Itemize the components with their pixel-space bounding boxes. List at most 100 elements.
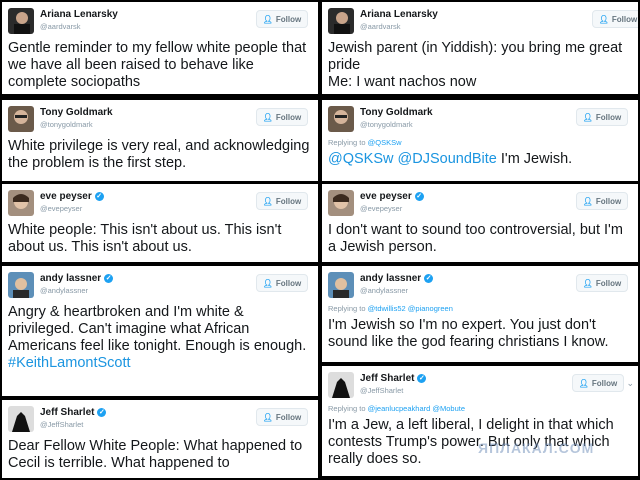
user-name[interactable]: eve peyser ✓ <box>40 191 104 202</box>
user-name-text: andy lassner <box>360 273 422 284</box>
add-user-icon: 👤︎ <box>582 278 593 288</box>
tweet-text: Dear Fellow White People: What happened … <box>8 438 303 471</box>
follow-button[interactable]: 👤︎ Follow <box>256 408 308 426</box>
tweet-text: @QSKSw @DJSoundBite I'm Jewish. <box>328 151 632 168</box>
avatar[interactable] <box>328 106 354 132</box>
user-handle[interactable]: @evepeyser <box>40 204 82 213</box>
tweet-card: Tony Goldmark @tonygoldmark 👤︎ Follow Whi… <box>2 100 318 181</box>
avatar[interactable] <box>328 8 354 34</box>
replying-to: Replying to @QSKSw <box>328 138 632 147</box>
tweet-text: Jewish parent (in Yiddish): you bring me… <box>328 40 623 90</box>
user-handle[interactable]: @evepeyser <box>360 204 402 213</box>
chevron-down-icon[interactable]: ⌄ <box>626 378 634 389</box>
follow-button[interactable]: 👤︎ Follow <box>592 10 638 28</box>
follow-label: Follow <box>611 14 638 24</box>
user-name[interactable]: andy lassner ✓ <box>40 273 114 284</box>
follow-button[interactable]: 👤︎ Follow <box>572 374 624 392</box>
user-name[interactable]: Jeff Sharlet ✓ <box>360 373 427 384</box>
add-user-icon: 👤︎ <box>262 196 273 206</box>
mention-links[interactable]: @QSKSw @DJSoundBite <box>328 151 497 167</box>
tweet-card: Jeff Sharlet ✓ @JeffSharlet 👤︎ Follow ⌄ Re… <box>322 366 638 476</box>
verified-badge-icon: ✓ <box>94 191 104 201</box>
avatar[interactable] <box>328 272 354 298</box>
follow-label: Follow <box>275 112 302 122</box>
user-handle[interactable]: @andylassner <box>360 286 408 295</box>
avatar[interactable] <box>8 190 34 216</box>
tweet-card: Tony Goldmark @tonygoldmark 👤︎ Follow Rep… <box>322 100 638 181</box>
follow-label: Follow <box>595 196 622 206</box>
user-name-text: andy lassner <box>40 273 102 284</box>
user-handle[interactable]: @aardvarsk <box>40 22 81 31</box>
user-name[interactable]: Jeff Sharlet ✓ <box>40 407 107 418</box>
avatar[interactable] <box>8 272 34 298</box>
tweet-text: I'm Jewish so I'm no expert. You just do… <box>328 317 609 350</box>
add-user-icon: 👤︎ <box>262 278 273 288</box>
follow-label: Follow <box>595 112 622 122</box>
tweet-card: eve peyser ✓ @evepeyser 👤︎ Follow White pe… <box>2 184 318 262</box>
follow-label: Follow <box>275 14 302 24</box>
avatar[interactable] <box>8 106 34 132</box>
user-handle[interactable]: @tonygoldmark <box>360 120 413 129</box>
user-handle[interactable]: @JeffSharlet <box>360 386 403 395</box>
tweet-card: Ariana Lenarsky @aardvarsk 👤︎ Follow Gent… <box>2 2 318 94</box>
user-name-text: eve peyser <box>40 191 92 202</box>
replying-to: Replying to @jeanlucpeakhard @Mobute <box>328 404 632 413</box>
replying-to-label: Replying to <box>328 138 366 147</box>
reply-mention-link[interactable]: @QSKSw <box>368 138 402 147</box>
user-name[interactable]: andy lassner ✓ <box>360 273 434 284</box>
add-user-icon: 👤︎ <box>578 378 589 388</box>
follow-label: Follow <box>275 196 302 206</box>
user-name-text: Jeff Sharlet <box>360 373 415 384</box>
follow-button[interactable]: 👤︎ Follow <box>576 192 628 210</box>
reply-mention-link[interactable]: @jeanlucpeakhard @Mobute <box>368 404 465 413</box>
reply-mention-link[interactable]: @tdwillis52 @pianogreen <box>368 304 453 313</box>
follow-label: Follow <box>275 278 302 288</box>
user-name[interactable]: Ariana Lenarsky <box>360 9 438 20</box>
user-name-text: Jeff Sharlet <box>40 407 95 418</box>
user-name-text: eve peyser <box>360 191 412 202</box>
verified-badge-icon: ✓ <box>97 407 107 417</box>
verified-badge-icon: ✓ <box>424 273 434 283</box>
user-handle[interactable]: @aardvarsk <box>360 22 401 31</box>
tweet-card: Ariana Lenarsky @aardvarsk 👤︎ Follow Jewi… <box>322 2 638 94</box>
add-user-icon: 👤︎ <box>262 14 273 24</box>
follow-button[interactable]: 👤︎ Follow <box>256 108 308 126</box>
avatar[interactable] <box>328 190 354 216</box>
add-user-icon: 👤︎ <box>598 14 609 24</box>
verified-badge-icon: ✓ <box>417 373 427 383</box>
add-user-icon: 👤︎ <box>582 112 593 122</box>
user-handle[interactable]: @andylassner <box>40 286 88 295</box>
user-name[interactable]: eve peyser ✓ <box>360 191 424 202</box>
tweet-text: White people: This isn't about us. This … <box>8 222 282 255</box>
user-name[interactable]: Ariana Lenarsky <box>40 9 118 20</box>
hashtag-link[interactable]: #KeithLamontScott <box>8 355 131 371</box>
follow-button[interactable]: 👤︎ Follow <box>256 10 308 28</box>
replying-to-label: Replying to <box>328 304 366 313</box>
user-name[interactable]: Tony Goldmark <box>40 107 113 118</box>
user-name[interactable]: Tony Goldmark <box>360 107 433 118</box>
follow-button[interactable]: 👤︎ Follow <box>256 192 308 210</box>
replying-to-label: Replying to <box>328 404 366 413</box>
tweet-text-main: Angry & heartbroken and I'm white & priv… <box>8 304 307 354</box>
user-handle[interactable]: @tonygoldmark <box>40 120 93 129</box>
follow-label: Follow <box>275 412 302 422</box>
tweet-card: Jeff Sharlet ✓ @JeffSharlet 👤︎ Follow Dear… <box>2 400 318 478</box>
user-handle[interactable]: @JeffSharlet <box>40 420 83 429</box>
follow-label: Follow <box>591 378 618 388</box>
avatar[interactable] <box>8 406 34 432</box>
replying-to: Replying to @tdwillis52 @pianogreen <box>328 304 632 313</box>
tweet-card: eve peyser ✓ @evepeyser 👤︎ Follow I don't … <box>322 184 638 262</box>
follow-button[interactable]: 👤︎ Follow <box>576 274 628 292</box>
tweet-text: Angry & heartbroken and I'm white & priv… <box>8 304 312 372</box>
follow-button[interactable]: 👤︎ Follow <box>256 274 308 292</box>
avatar[interactable] <box>8 8 34 34</box>
tweet-card: andy lassner ✓ @andylassner 👤︎ Follow Repl… <box>322 266 638 362</box>
follow-label: Follow <box>595 278 622 288</box>
verified-badge-icon: ✓ <box>104 273 114 283</box>
watermark: ЯПЛАКАЛ.COM <box>478 440 595 456</box>
avatar[interactable] <box>328 372 354 398</box>
verified-badge-icon: ✓ <box>414 191 424 201</box>
add-user-icon: 👤︎ <box>582 196 593 206</box>
tweet-text: Gentle reminder to my fellow white peopl… <box>8 40 307 90</box>
follow-button[interactable]: 👤︎ Follow <box>576 108 628 126</box>
